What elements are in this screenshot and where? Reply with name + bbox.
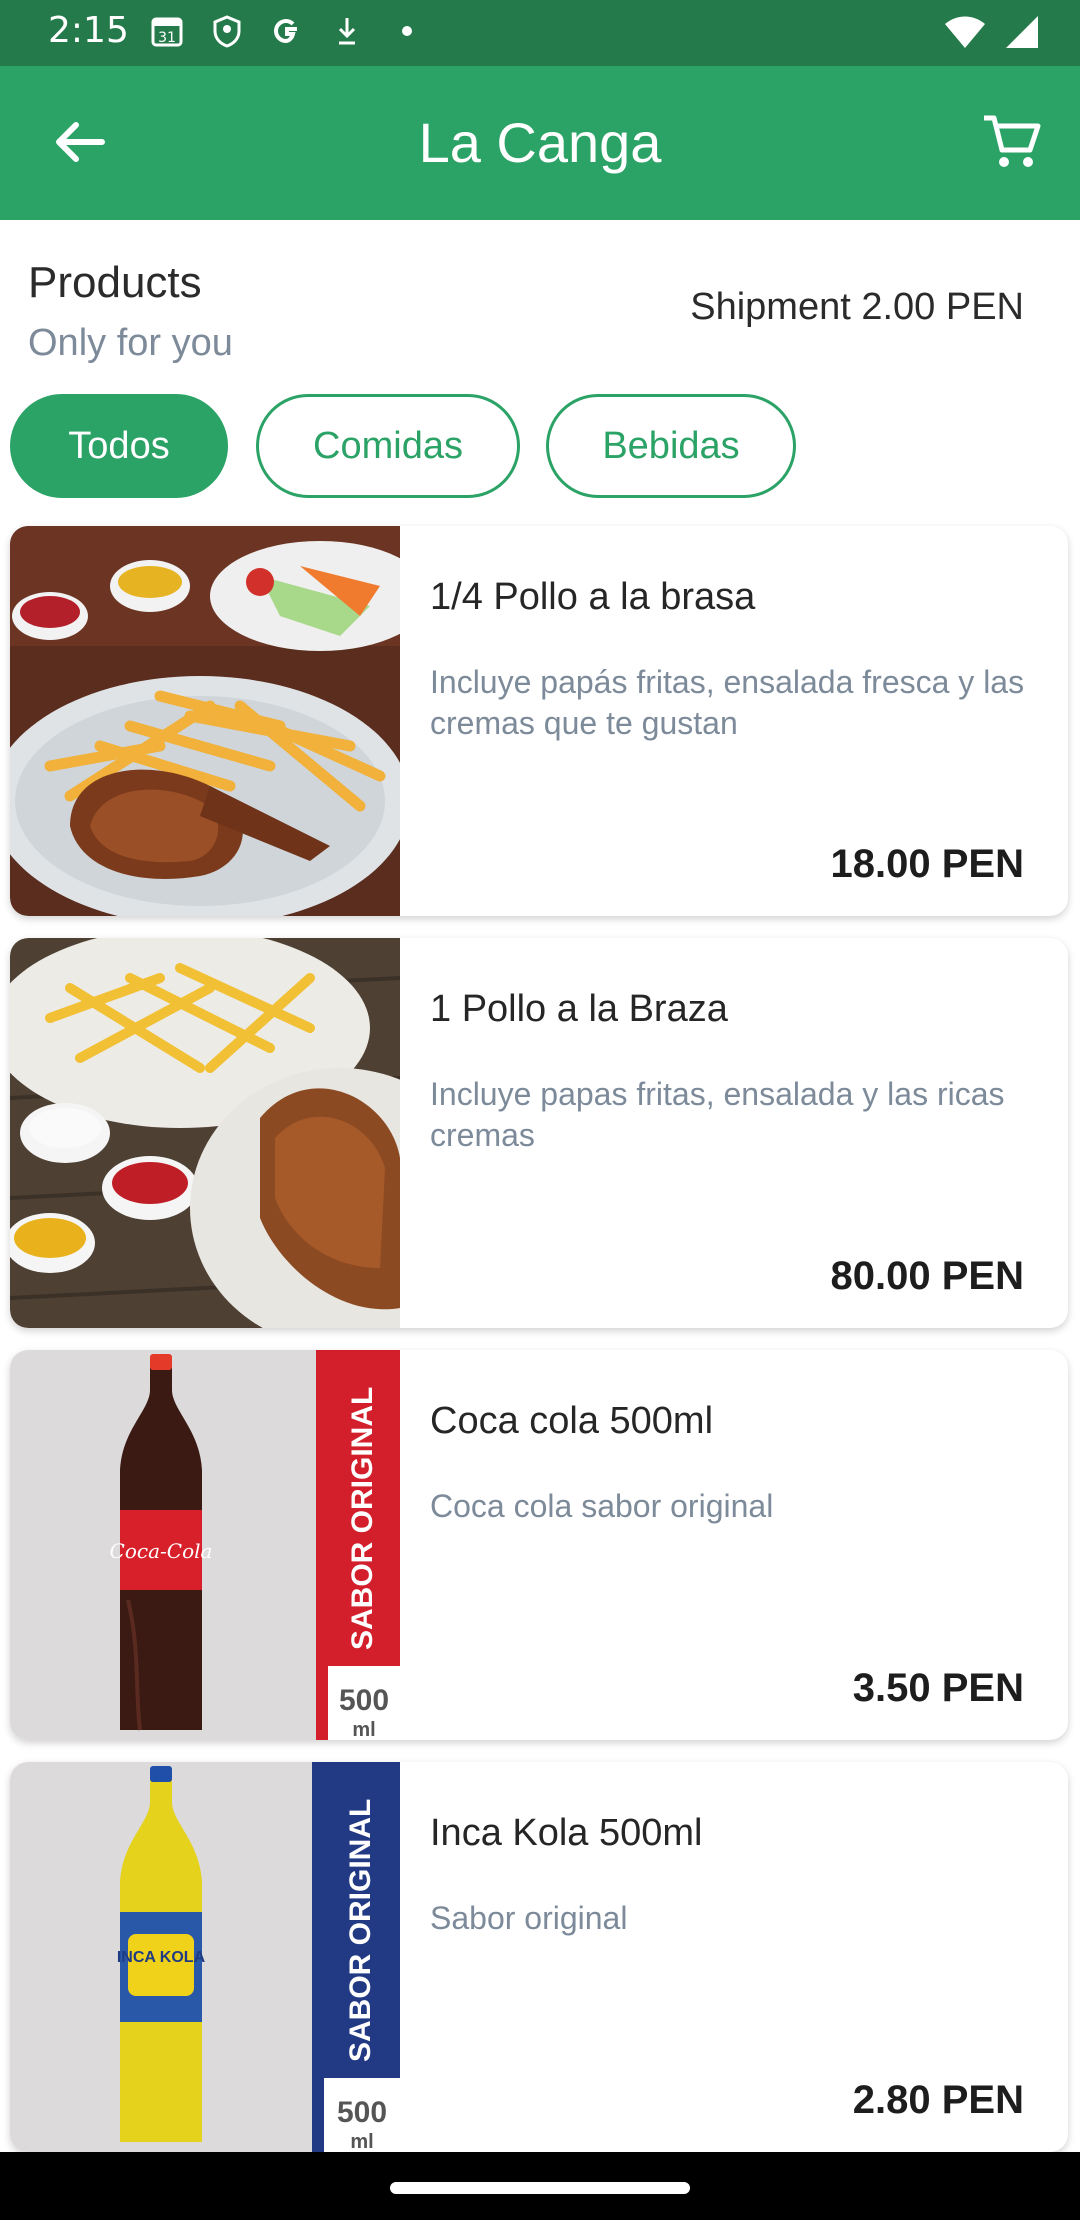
bottle-label-text: Coca-Cola — [110, 1539, 213, 1563]
signal-icon — [1004, 14, 1040, 54]
bottle-unit-text: ml — [352, 1719, 375, 1740]
product-description: Coca cola sabor original — [430, 1488, 774, 1524]
bottle-banner-text: SABOR ORIGINAL — [344, 1799, 377, 2062]
cart-icon[interactable] — [980, 110, 1044, 174]
chip-label: Todos — [68, 424, 170, 467]
product-name: 1 Pollo a la Braza — [430, 988, 728, 1030]
shipment-cost: Shipment 2.00 PEN — [690, 286, 1024, 328]
section-subheading: Only for you — [28, 322, 233, 364]
product-description: Incluye papás fritas, ensalada fresca y … — [430, 664, 1025, 741]
home-gesture-handle[interactable] — [390, 2182, 690, 2194]
product-card[interactable]: 1 Pollo a la Braza Incluye papas fritas,… — [10, 938, 1068, 1328]
system-navigation-bar — [0, 2152, 1080, 2220]
product-card[interactable]: 1/4 Pollo a la brasa Incluye papás frita… — [10, 526, 1068, 916]
product-image — [10, 938, 400, 1328]
google-icon — [270, 14, 304, 48]
bottle-banner-text: SABOR ORIGINAL — [346, 1387, 379, 1650]
bottle-label-text: INCA KOLA — [117, 1949, 206, 1966]
status-time: 2:15 — [48, 10, 129, 51]
product-name: Inca Kola 500ml — [430, 1812, 703, 1854]
calendar-icon: 31 — [150, 14, 184, 48]
product-description: Incluye papas fritas, ensalada y las ric… — [430, 1076, 1005, 1153]
product-description: Sabor original — [430, 1900, 628, 1936]
product-image: 500 ml SABOR ORIGINAL Coca-Cola — [10, 1350, 400, 1740]
chip-bebidas[interactable]: Bebidas — [546, 394, 796, 498]
dot-icon — [390, 14, 424, 48]
status-right-icons — [944, 14, 1040, 54]
product-price: 3.50 PEN — [852, 1666, 1024, 1710]
product-price: 18.00 PEN — [830, 842, 1024, 886]
status-icons: 31 — [150, 14, 424, 48]
product-name: 1/4 Pollo a la brasa — [430, 576, 756, 618]
product-card[interactable]: 500 ml SABOR ORIGINAL INCA KOLA Inca Kol… — [10, 1762, 1068, 2152]
download-icon — [330, 14, 364, 48]
wifi-icon — [944, 14, 986, 54]
chip-label: Comidas — [313, 424, 463, 467]
section-heading: Products — [28, 258, 202, 307]
product-price: 2.80 PEN — [852, 2078, 1024, 2122]
svg-text:31: 31 — [158, 30, 176, 46]
status-bar: 2:15 31 — [0, 0, 1080, 66]
product-price: 80.00 PEN — [830, 1254, 1024, 1298]
product-card[interactable]: 500 ml SABOR ORIGINAL Coca-Cola Coca col… — [10, 1350, 1068, 1740]
bottle-size-text: 500 — [337, 2096, 387, 2129]
app-bar: La Canga — [0, 66, 1080, 220]
bottle-size-text: 500 — [339, 1684, 389, 1717]
product-image — [10, 526, 400, 916]
product-name: Coca cola 500ml — [430, 1400, 714, 1442]
chip-todos[interactable]: Todos — [10, 394, 228, 498]
chip-label: Bebidas — [602, 424, 740, 467]
chip-comidas[interactable]: Comidas — [256, 394, 520, 498]
shield-icon — [210, 14, 244, 48]
bottle-unit-text: ml — [350, 2131, 373, 2152]
product-image: 500 ml SABOR ORIGINAL INCA KOLA — [10, 1762, 400, 2152]
page-title: La Canga — [418, 111, 662, 174]
